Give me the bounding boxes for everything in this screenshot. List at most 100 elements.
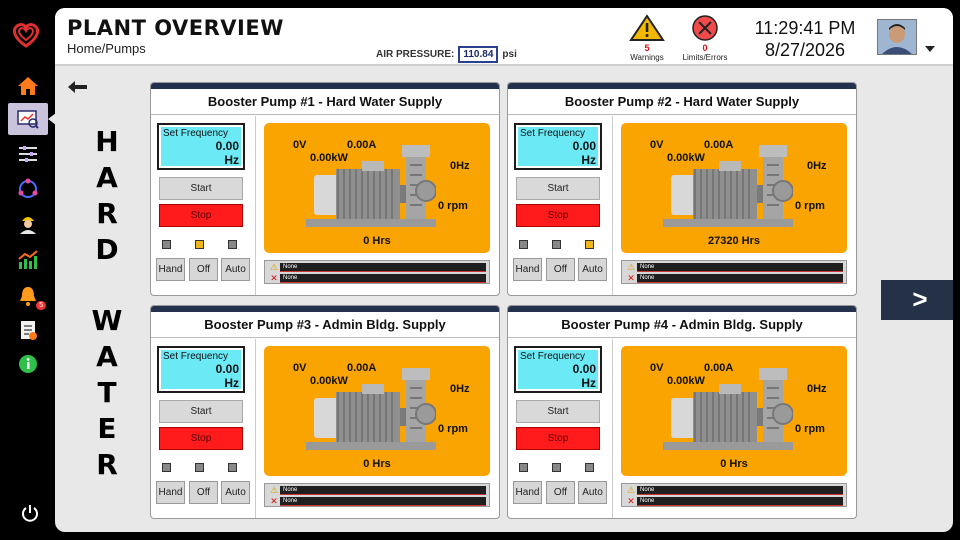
mode-button-hand[interactable]: Hand (513, 481, 542, 504)
nav-reports[interactable] (8, 314, 48, 346)
set-frequency-field[interactable]: Set Frequency 0.00 Hz (157, 123, 245, 170)
mode-button-off[interactable]: Off (189, 258, 218, 281)
stop-button[interactable]: Stop (516, 427, 600, 450)
warning-row: ⚠ None (268, 485, 486, 495)
pump-status-panel: 0V 0.00A 0.00kW 0Hz 0 rpm 0 Hrs (264, 346, 490, 476)
mode-indicator-led (585, 240, 594, 249)
breadcrumb[interactable]: Home/Pumps (67, 41, 146, 56)
rpm-readout: 0 rpm (438, 423, 468, 435)
stop-button[interactable]: Stop (159, 427, 243, 450)
mode-button-auto[interactable]: Auto (578, 481, 607, 504)
rpm-readout: 0 rpm (438, 200, 468, 212)
section-letter: W (91, 304, 123, 337)
warning-text: None (637, 485, 843, 495)
pump-alarm-box: ⚠ None ✕ None (621, 483, 847, 507)
header: PLANT OVERVIEW Home/Pumps AIR PRESSURE: … (55, 8, 953, 66)
nav-pumps[interactable] (8, 103, 56, 135)
warning-row: ⚠ None (625, 485, 843, 495)
card-divider (612, 339, 613, 518)
start-button[interactable]: Start (516, 177, 600, 200)
pump-status-panel: 0V 0.00A 0.00kW 0Hz 0 rpm 27320 Hrs (621, 123, 847, 253)
section-letter: A (96, 161, 118, 194)
avatar[interactable] (877, 19, 917, 55)
stop-button[interactable]: Stop (516, 204, 600, 227)
voltage-readout: 0V (650, 362, 664, 374)
mode-button-off[interactable]: Off (546, 258, 575, 281)
page-title: PLANT OVERVIEW (67, 16, 284, 40)
mode-button-hand[interactable]: Hand (156, 481, 185, 504)
sliders-icon (19, 146, 37, 162)
rpm-readout: 0 rpm (795, 200, 825, 212)
nav-home[interactable] (8, 70, 48, 102)
power-icon[interactable] (20, 503, 40, 523)
pump-title: Booster Pump #1 - Hard Water Supply (151, 89, 499, 115)
run-hours-readout: 27320 Hrs (708, 235, 760, 247)
error-row: ✕ None (268, 496, 486, 506)
error-text: None (280, 496, 486, 506)
card-divider (255, 116, 256, 295)
pump-title: Booster Pump #2 - Hard Water Supply (508, 89, 856, 115)
set-frequency-field[interactable]: Set Frequency 0.00 Hz (157, 346, 245, 393)
nav-cycle[interactable] (8, 173, 48, 205)
chart-icon (18, 250, 38, 269)
air-pressure-label: AIR PRESSURE: (376, 49, 455, 60)
start-button[interactable]: Start (516, 400, 600, 423)
back-arrow-icon[interactable] (67, 80, 89, 94)
run-hours-readout: 0 Hrs (363, 458, 391, 470)
mode-button-off[interactable]: Off (546, 481, 575, 504)
mode-button-auto[interactable]: Auto (578, 258, 607, 281)
pump-alarm-box: ⚠ None ✕ None (264, 260, 490, 284)
pump-alarm-box: ⚠ None ✕ None (264, 483, 490, 507)
worker-icon (20, 217, 36, 234)
mode-indicator-led (519, 463, 528, 472)
mode-button-off[interactable]: Off (189, 481, 218, 504)
run-hours-readout: 0 Hrs (363, 235, 391, 247)
air-pressure: AIR PRESSURE: 110.84 psi (376, 46, 517, 63)
set-frequency-field[interactable]: Set Frequency 0.00 Hz (514, 123, 602, 170)
set-frequency-unit: Hz (224, 376, 239, 390)
mode-indicator-led (195, 463, 204, 472)
warning-row: ⚠ None (268, 262, 486, 272)
bell-icon (20, 287, 36, 306)
mode-button-hand[interactable]: Hand (513, 258, 542, 281)
cycle-icon (18, 178, 38, 198)
rpm-readout: 0 rpm (795, 423, 825, 435)
mode-button-auto[interactable]: Auto (221, 481, 250, 504)
power-readout: 0.00kW (667, 375, 705, 387)
warning-icon: ⚠ (626, 262, 636, 272)
mode-indicator-led (162, 463, 171, 472)
errors-indicator[interactable]: 0 Limits/Errors (675, 14, 735, 62)
pump-alarm-box: ⚠ None ✕ None (621, 260, 847, 284)
card-divider (612, 116, 613, 295)
set-frequency-label: Set Frequency (520, 128, 586, 139)
next-page-button[interactable]: > (881, 280, 953, 320)
warning-row: ⚠ None (625, 262, 843, 272)
stop-button[interactable]: Stop (159, 204, 243, 227)
nav-alerts[interactable]: 5 (8, 280, 48, 312)
warnings-count: 5 (644, 43, 650, 53)
nav-operators[interactable] (8, 208, 48, 240)
set-frequency-field[interactable]: Set Frequency 0.00 Hz (514, 346, 602, 393)
power-readout: 0.00kW (310, 152, 348, 164)
mode-button-hand[interactable]: Hand (156, 258, 185, 281)
pump-card: Booster Pump #4 - Admin Bldg. Supply Set… (507, 305, 857, 519)
mode-button-auto[interactable]: Auto (221, 258, 250, 281)
warnings-indicator[interactable]: 5 Warnings (617, 14, 677, 62)
nav-trends[interactable] (8, 244, 48, 276)
mode-indicator-led (552, 463, 561, 472)
set-frequency-value: 0.00 (215, 139, 239, 153)
start-button[interactable]: Start (159, 400, 243, 423)
card-divider (255, 339, 256, 518)
errors-count: 0 (702, 43, 708, 53)
run-hours-readout: 0 Hrs (720, 458, 748, 470)
set-frequency-value: 0.00 (572, 139, 596, 153)
nav-settings[interactable] (8, 138, 48, 170)
mode-indicator-led (519, 240, 528, 249)
mode-indicator-led (195, 240, 204, 249)
error-row: ✕ None (625, 273, 843, 283)
warning-text: None (280, 485, 486, 495)
user-menu-chevron-down-icon[interactable] (925, 46, 935, 52)
air-pressure-value: 110.84 (458, 46, 499, 63)
start-button[interactable]: Start (159, 177, 243, 200)
nav-info[interactable] (8, 348, 48, 380)
